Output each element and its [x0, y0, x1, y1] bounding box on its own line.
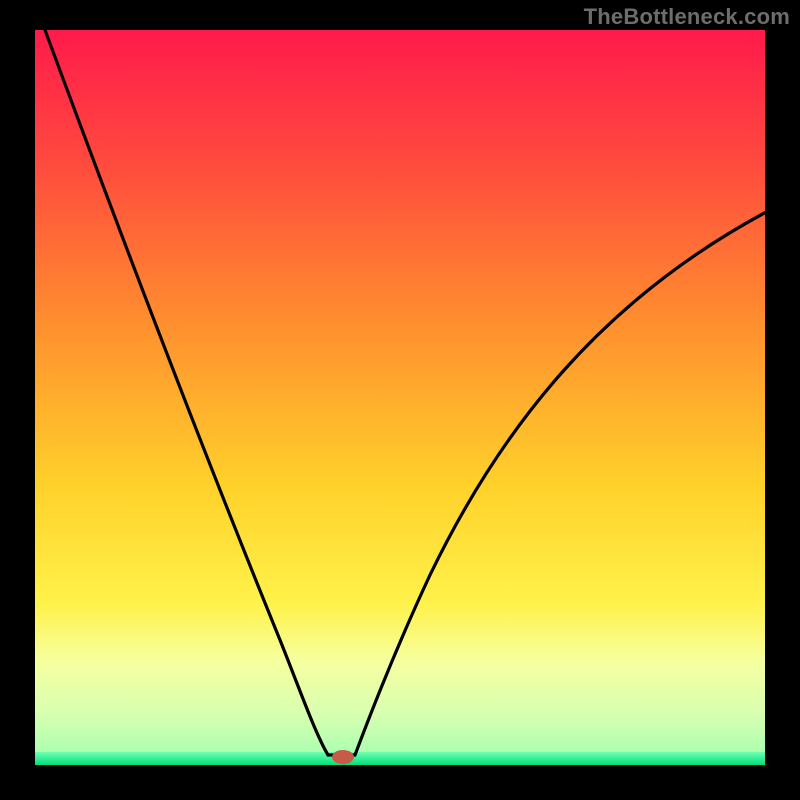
chart-svg: [0, 0, 800, 800]
watermark-text: TheBottleneck.com: [584, 4, 790, 30]
plot-area: [35, 30, 765, 765]
chart-stage: TheBottleneck.com: [0, 0, 800, 800]
optimal-point-marker: [332, 750, 354, 764]
green-bottom-strip: [35, 752, 765, 765]
gradient-background: [35, 30, 765, 765]
